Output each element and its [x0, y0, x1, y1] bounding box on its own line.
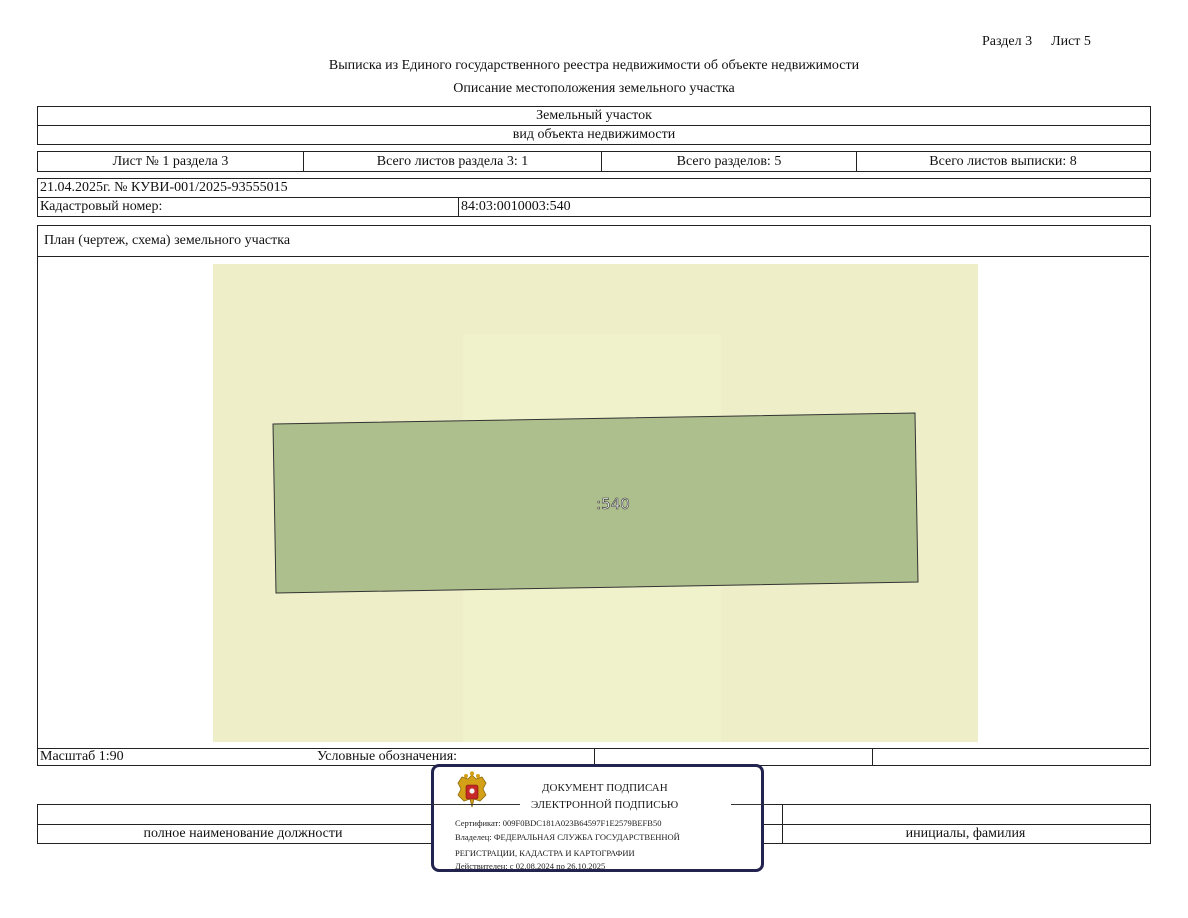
total-sheets-extract-text: Всего листов выписки: 8	[929, 153, 1077, 169]
stamp-owner-line-2: РЕГИСТРАЦИИ, КАДАСТРА И КАРТОГРАФИИ	[455, 848, 635, 858]
object-type-caption-row: вид объекта недвижимости	[37, 125, 1151, 145]
object-type: Земельный участок	[536, 108, 652, 123]
parcel-map: :540	[213, 264, 978, 742]
plan-title: План (чертеж, схема) земельного участка	[44, 233, 291, 248]
stamp-owner-line-1: Владелец: ФЕДЕРАЛЬНАЯ СЛУЖБА ГОСУДАРСТВЕ…	[455, 832, 680, 842]
scale-text: Масштаб 1:90	[40, 749, 124, 764]
sheet-number: Лист 5	[1051, 34, 1091, 49]
scale-legend-row: Масштаб 1:90 Условные обозначения:	[38, 748, 1149, 765]
cadastral-label: Кадастровый номер:	[40, 199, 163, 214]
total-sections-text: Всего разделов: 5	[676, 153, 782, 169]
section-label: Раздел 3 Лист 5	[982, 34, 1091, 50]
record-date-number: 21.04.2025г. № КУВИ-001/2025-93555015	[40, 180, 288, 195]
legend-cell-2	[873, 749, 1149, 765]
section-number: Раздел 3	[982, 34, 1033, 49]
object-type-caption: вид объекта недвижимости	[512, 127, 676, 142]
total-sections-cell: Всего разделов: 5	[602, 152, 857, 171]
legend-cell-1	[595, 749, 873, 765]
position-caption-cell: полное наименование должности	[38, 825, 448, 843]
stamp-rule-right	[731, 804, 767, 805]
stamp-certificate: Сертификат: 009F0BDC181A023B64597F1E2579…	[455, 818, 662, 828]
stamp-line-1: ДОКУМЕНТ ПОДПИСАН	[542, 782, 668, 794]
name-caption-cell: инициалы, фамилия	[782, 825, 1149, 843]
stamp-line-2: ЭЛЕКТРОННОЙ ПОДПИСЬЮ	[531, 799, 679, 811]
plan-section: План (чертеж, схема) земельного участка …	[37, 225, 1151, 766]
plan-title-row: План (чертеж, схема) земельного участка	[38, 226, 1149, 257]
cadastral-value: 84:03:0010003:540	[461, 199, 571, 214]
stamp-rule-left	[432, 804, 520, 805]
document-subtitle: Описание местоположения земельного участ…	[453, 81, 735, 96]
legend-label-cell: Условные обозначения:	[315, 749, 595, 765]
coat-of-arms-icon	[457, 771, 487, 808]
cadastral-label-cell: Кадастровый номер:	[38, 198, 459, 216]
object-type-row: Земельный участок	[37, 106, 1151, 126]
record-date-row: 21.04.2025г. № КУВИ-001/2025-93555015	[37, 178, 1151, 198]
signature-stamp: ДОКУМЕНТ ПОДПИСАН ЭЛЕКТРОННОЙ ПОДПИСЬЮ С…	[431, 764, 767, 872]
sheet-number-text: Лист № 1 раздела 3	[112, 153, 229, 169]
cadastral-value-cell: 84:03:0010003:540	[459, 198, 1149, 216]
stamp-validity: Действителен: с 02.08.2024 по 26.10.2025	[455, 861, 606, 871]
legend-label: Условные обозначения:	[317, 749, 458, 764]
scale-cell: Масштаб 1:90	[38, 749, 315, 765]
name-caption: инициалы, фамилия	[905, 826, 1026, 841]
total-sheets-extract-cell: Всего листов выписки: 8	[857, 152, 1149, 171]
sheet-info-row: Лист № 1 раздела 3 Всего листов раздела …	[37, 151, 1151, 172]
total-sheets-section-text: Всего листов раздела 3: 1	[376, 153, 529, 169]
parcel-label: :540	[596, 495, 630, 513]
cadastral-row: Кадастровый номер: 84:03:0010003:540	[37, 197, 1151, 217]
document-title: Выписка из Единого государственного реес…	[328, 58, 860, 73]
sheet-number-cell: Лист № 1 раздела 3	[38, 152, 304, 171]
total-sheets-section-cell: Всего листов раздела 3: 1	[304, 152, 602, 171]
position-caption: полное наименование должности	[143, 826, 343, 841]
